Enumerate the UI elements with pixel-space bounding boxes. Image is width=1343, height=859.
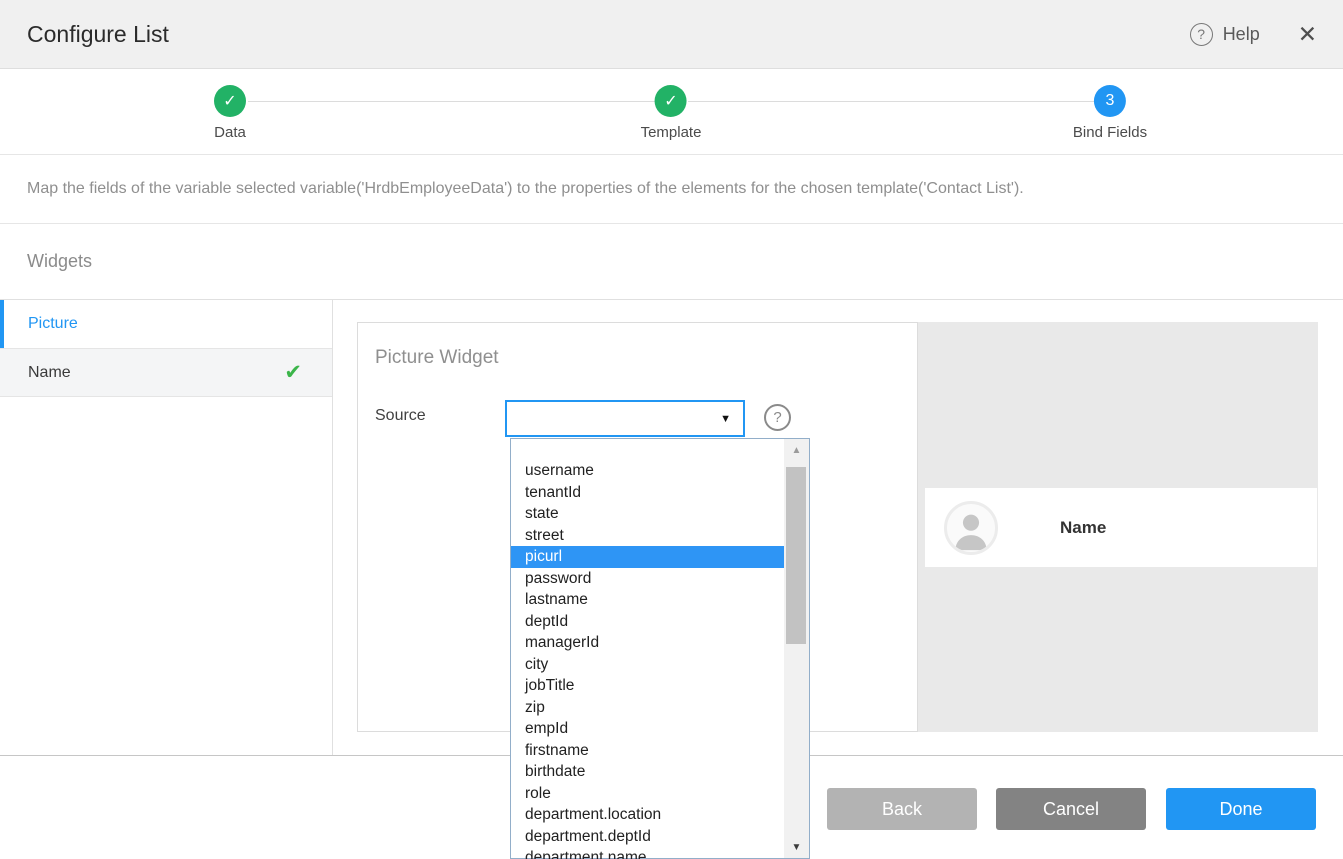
dropdown-option[interactable]: birthdate xyxy=(511,761,785,783)
widgets-heading: Widgets xyxy=(27,251,92,272)
scrollbar-thumb[interactable] xyxy=(786,467,806,644)
dropdown-option[interactable]: state xyxy=(511,503,785,525)
template-preview-panel: Name xyxy=(918,322,1318,732)
dropdown-options: usernametenantIdstatestreetpicurlpasswor… xyxy=(511,439,785,859)
dropdown-option[interactable]: empId xyxy=(511,718,785,740)
dropdown-option[interactable]: firstname xyxy=(511,740,785,762)
step-template[interactable]: ✓ Template xyxy=(641,69,702,141)
dropdown-option[interactable]: city xyxy=(511,654,785,676)
step-complete-check-icon: ✓ xyxy=(214,85,246,117)
dropdown-option[interactable]: zip xyxy=(511,697,785,719)
dropdown-option[interactable]: picurl xyxy=(511,546,785,568)
step-data[interactable]: ✓ Data xyxy=(214,69,246,141)
step-connector-line xyxy=(248,101,655,102)
contact-list-preview-row: Name xyxy=(925,488,1317,567)
scroll-up-icon[interactable]: ▲ xyxy=(784,445,809,456)
done-button[interactable]: Done xyxy=(1166,788,1316,830)
widgets-section-header: Widgets xyxy=(0,224,1343,300)
step-label: Template xyxy=(641,124,702,141)
step-label: Data xyxy=(214,124,246,141)
step-label: Bind Fields xyxy=(1073,124,1147,141)
mapped-check-icon: ✔ xyxy=(284,360,302,385)
step-connector-line xyxy=(688,101,1094,102)
source-help-icon[interactable]: ? xyxy=(764,404,791,431)
dropdown-option[interactable]: jobTitle xyxy=(511,675,785,697)
sidebar-item-picture[interactable]: Picture xyxy=(0,300,332,348)
preview-name-text: Name xyxy=(1060,518,1106,538)
help-label: Help xyxy=(1223,24,1260,45)
cancel-button[interactable]: Cancel xyxy=(996,788,1146,830)
configure-list-dialog: Configure List ? Help ✕ ✓ Data ✓ Templat… xyxy=(0,0,1343,859)
dropdown-option[interactable]: department.location xyxy=(511,804,785,826)
dropdown-scrollbar[interactable]: ▲ ▼ xyxy=(784,439,809,858)
dialog-header: Configure List ? Help ✕ xyxy=(0,0,1343,69)
panel-title: Picture Widget xyxy=(375,347,499,369)
source-dropdown-list: usernametenantIdstatestreetpicurlpasswor… xyxy=(510,438,810,859)
source-label: Source xyxy=(375,407,426,425)
dialog-title: Configure List xyxy=(27,21,169,48)
back-button[interactable]: Back xyxy=(827,788,977,830)
source-select[interactable]: ▼ xyxy=(505,400,745,437)
dropdown-option[interactable]: deptId xyxy=(511,611,785,633)
step-complete-check-icon: ✓ xyxy=(655,85,687,117)
dropdown-option[interactable]: managerId xyxy=(511,632,785,654)
scroll-down-icon[interactable]: ▼ xyxy=(784,842,809,853)
dropdown-option[interactable]: street xyxy=(511,525,785,547)
dropdown-option[interactable]: department.deptId xyxy=(511,826,785,848)
dropdown-option[interactable]: password xyxy=(511,568,785,590)
avatar-placeholder-icon xyxy=(944,501,998,555)
dropdown-option[interactable]: department.name xyxy=(511,847,785,859)
widgets-sidebar: Picture Name ✔ xyxy=(0,300,333,755)
help-button[interactable]: ? Help xyxy=(1190,23,1260,46)
dropdown-option[interactable]: lastname xyxy=(511,589,785,611)
wizard-stepper: ✓ Data ✓ Template 3 Bind Fields xyxy=(0,69,1343,155)
help-icon: ? xyxy=(1190,23,1213,46)
description-text: Map the fields of the variable selected … xyxy=(27,180,1024,198)
header-controls: ? Help ✕ xyxy=(1190,0,1317,69)
sidebar-item-label: Picture xyxy=(28,315,78,333)
dropdown-option[interactable]: tenantId xyxy=(511,482,785,504)
caret-down-icon: ▼ xyxy=(720,413,731,425)
sidebar-item-label: Name xyxy=(28,364,71,382)
sidebar-item-name[interactable]: Name ✔ xyxy=(0,348,332,397)
step-number-badge: 3 xyxy=(1094,85,1126,117)
dropdown-option[interactable]: username xyxy=(511,460,785,482)
step-bind-fields[interactable]: 3 Bind Fields xyxy=(1073,69,1147,141)
close-icon[interactable]: ✕ xyxy=(1298,21,1317,48)
dropdown-option[interactable]: role xyxy=(511,783,785,805)
description-bar: Map the fields of the variable selected … xyxy=(0,155,1343,224)
